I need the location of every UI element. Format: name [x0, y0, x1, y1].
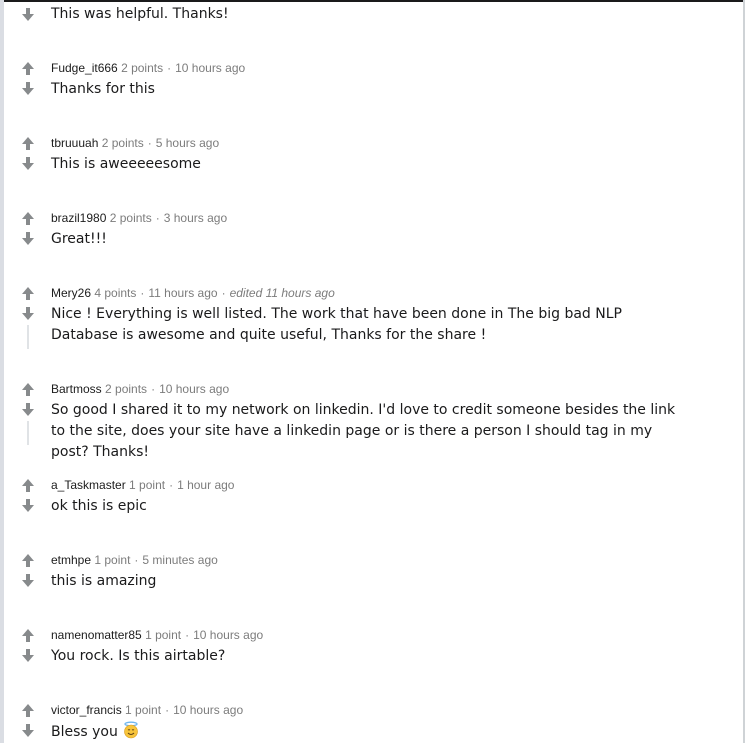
comment-body: This is aweeeeesome — [51, 156, 201, 172]
downvote-arrow-icon[interactable] — [19, 230, 37, 248]
comment-time[interactable]: 1 hour ago — [177, 478, 234, 492]
comment-points: 2 points — [109, 211, 152, 225]
comment-body: So good I shared it to my network on lin… — [51, 402, 676, 460]
comment: etmhpe 1 point · 5 minutes ago this is ama… — [0, 548, 740, 618]
downvote-arrow-icon[interactable] — [19, 80, 37, 98]
comment-meta: Bartmoss 2 points · 10 hours ago — [51, 382, 230, 396]
downvote-arrow-icon[interactable] — [19, 305, 37, 323]
comment-author[interactable]: a_Taskmaster — [51, 478, 126, 492]
downvote-arrow-icon[interactable] — [19, 722, 37, 740]
comment-author[interactable]: Bartmoss — [51, 382, 102, 396]
vote-column — [19, 60, 37, 95]
comment-body: this is amazing — [51, 573, 157, 589]
comment-time[interactable]: 5 minutes ago — [142, 553, 217, 567]
comment-points: 2 points — [101, 136, 144, 150]
comment-body: Thanks for this — [51, 81, 155, 97]
comment: This was helpful. Thanks! — [0, 0, 740, 40]
vote-column — [19, 552, 37, 587]
downvote-arrow-icon[interactable] — [19, 6, 37, 24]
vote-column — [19, 477, 37, 512]
downvote-arrow-icon[interactable] — [19, 647, 37, 665]
comment: Fudge_it666 2 points · 10 hours ago Thanks… — [0, 56, 740, 126]
vote-column — [19, 135, 37, 170]
comment-meta: etmhpe 1 point · 5 minutes ago — [51, 553, 218, 567]
thread-line[interactable] — [27, 421, 29, 445]
comment-author[interactable]: Fudge_it666 — [51, 61, 118, 75]
downvote-arrow-icon[interactable] — [19, 401, 37, 419]
comment-time[interactable]: 3 hours ago — [164, 211, 227, 225]
downvote-arrow-icon[interactable] — [19, 497, 37, 515]
comment-author[interactable]: Mery26 — [51, 286, 91, 300]
comment-body: Bless you — [51, 721, 691, 743]
comment-points: 2 points — [121, 61, 164, 75]
comment: victor_francis 1 point · 10 hours ago Bles… — [0, 698, 740, 743]
downvote-arrow-icon[interactable] — [19, 155, 37, 173]
comment-points: 1 point — [129, 478, 166, 492]
comment-meta: victor_francis 1 point · 10 hours ago — [51, 703, 244, 717]
upvote-arrow-icon[interactable] — [19, 135, 37, 153]
upvote-arrow-icon[interactable] — [19, 627, 37, 645]
upvote-arrow-icon[interactable] — [19, 702, 37, 720]
comment-body: This was helpful. Thanks! — [51, 6, 229, 22]
comment: Bartmoss 2 points · 10 hours ago So good I… — [0, 377, 740, 469]
comment-author[interactable]: tbruuuah — [51, 136, 98, 150]
comment-author[interactable]: etmhpe — [51, 553, 91, 567]
smiling-face-with-halo-icon — [124, 721, 139, 739]
comment-meta: Fudge_it666 2 points · 10 hours ago — [51, 61, 246, 75]
upvote-arrow-icon[interactable] — [19, 477, 37, 495]
comment: tbruuuah 2 points · 5 hours ago This is aw… — [0, 131, 740, 201]
comment: Mery26 4 points · 11 hours ago · edited 11 h… — [0, 281, 740, 373]
comment: namenomatter85 1 point · 10 hours ago You … — [0, 623, 740, 693]
comment-edited: edited 11 hours ago — [229, 286, 335, 300]
comment-author[interactable]: victor_francis — [51, 703, 122, 717]
comment-time[interactable]: 10 hours ago — [193, 628, 263, 642]
comment: a_Taskmaster 1 point · 1 hour ago ok this … — [0, 473, 740, 543]
comment-text: Bless you — [51, 724, 118, 740]
downvote-arrow-icon[interactable] — [19, 572, 37, 590]
comment-time[interactable]: 11 hours ago — [148, 286, 217, 300]
comment-points: 1 point — [94, 553, 131, 567]
comment-body: Great!!! — [51, 231, 107, 247]
comment-time[interactable]: 10 hours ago — [159, 382, 229, 396]
comment-points: 4 points — [94, 286, 137, 300]
comment: brazil1980 2 points · 3 hours ago Great!!! — [0, 206, 740, 276]
upvote-arrow-icon[interactable] — [19, 285, 37, 303]
comment-body: ok this is epic — [51, 498, 147, 514]
comment-body: You rock. Is this airtable? — [51, 648, 226, 664]
comment-meta: a_Taskmaster 1 point · 1 hour ago — [51, 478, 235, 492]
comment-meta: tbruuuah 2 points · 5 hours ago — [51, 136, 220, 150]
comment-meta: brazil1980 2 points · 3 hours ago — [51, 211, 228, 225]
comment-meta: Mery26 4 points · 11 hours ago · edited 11 h… — [51, 286, 335, 300]
thread-line[interactable] — [27, 325, 29, 349]
comment-points: 1 point — [125, 703, 162, 717]
vote-column — [19, 627, 37, 662]
comment-body: Nice ! Everything is well listed. The wo… — [51, 306, 622, 343]
vote-column — [19, 381, 37, 416]
comment-author[interactable]: brazil1980 — [51, 211, 106, 225]
comment-points: 1 point — [145, 628, 182, 642]
vote-column — [19, 702, 37, 737]
upvote-arrow-icon[interactable] — [19, 60, 37, 78]
comment-time[interactable]: 10 hours ago — [175, 61, 245, 75]
comment-meta: namenomatter85 1 point · 10 hours ago — [51, 628, 264, 642]
upvote-arrow-icon[interactable] — [19, 381, 37, 399]
upvote-arrow-icon[interactable] — [19, 552, 37, 570]
vote-column — [19, 210, 37, 245]
comment-time[interactable]: 5 hours ago — [156, 136, 219, 150]
vote-column — [19, 285, 37, 320]
upvote-arrow-icon[interactable] — [19, 210, 37, 228]
comment-author[interactable]: namenomatter85 — [51, 628, 142, 642]
comment-points: 2 points — [105, 382, 148, 396]
comment-time[interactable]: 10 hours ago — [173, 703, 243, 717]
